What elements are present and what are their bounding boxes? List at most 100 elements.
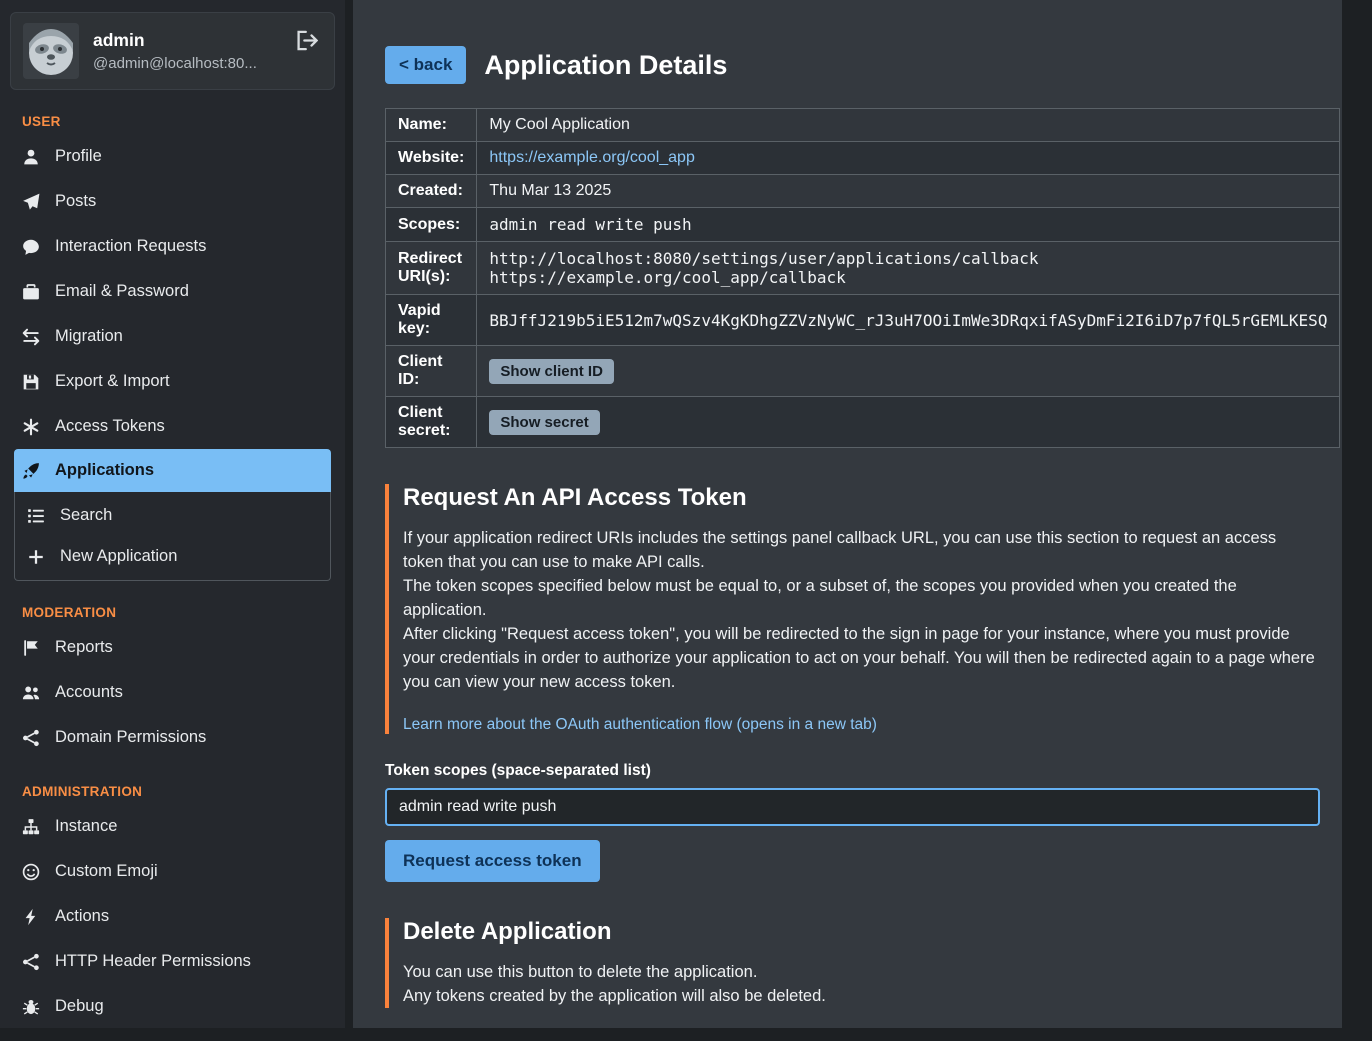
request-token-heading: Request An API Access Token [403,484,1320,512]
sidebar-item-domain-permissions[interactable]: Domain Permissions [0,715,345,760]
detail-value: Show secret [477,397,1340,448]
sidebar-item-label: Email & Password [55,281,189,302]
nav-section-heading-moderation: MODERATION [22,605,345,620]
sidebar-item-posts[interactable]: Posts [0,179,345,224]
list-icon [27,507,45,525]
sidebar-item-label: Profile [55,146,102,167]
sidebar-item-label: Search [60,505,112,526]
sidebar-item-applications[interactable]: Applications [14,449,331,492]
bolt-icon [22,908,40,926]
sidebar-nav: USERProfilePostsInteraction RequestsEmai… [0,114,345,1028]
delete-application-section: Delete Application You can use this butt… [385,918,1320,1008]
sidebar-item-new-application[interactable]: New Application [15,536,330,577]
page-header: < back Application Details [385,46,1320,84]
sidebar-item-email-password[interactable]: Email & Password [0,269,345,314]
flag-icon [22,639,40,657]
back-button[interactable]: < back [385,46,466,84]
request-token-description: If your application redirect URIs includ… [403,526,1320,694]
detail-value: BBJffJ219b5iE512m7wQSzv4KgKDhgZZVzNyWC_r… [477,295,1340,346]
detail-value: Thu Mar 13 2025 [477,175,1340,208]
sidebar-item-label: Migration [55,326,123,347]
detail-value: http://localhost:8080/settings/user/appl… [477,242,1340,295]
sidebar-item-instance[interactable]: Instance [0,804,345,849]
share-nodes-icon [22,729,40,747]
detail-label: Created: [386,175,477,208]
nav-section-heading-administration: ADMINISTRATION [22,784,345,799]
user-card: admin @admin@localhost:80... [10,12,335,90]
submit-row: Request access token [385,840,1320,882]
detail-row-vapid-key: Vapid key:BBJffJ219b5iE512m7wQSzv4KgKDhg… [386,295,1340,346]
show-client-id-button[interactable]: Show client ID [489,359,614,384]
avatar [23,23,79,79]
sidebar: admin @admin@localhost:80... USERProfile… [0,0,345,1028]
sidebar-item-label: Interaction Requests [55,236,206,257]
sidebar-item-access-tokens[interactable]: Access Tokens [0,404,345,449]
delete-application-heading: Delete Application [403,918,1320,946]
detail-label: Client secret: [386,397,477,448]
sidebar-item-interaction-requests[interactable]: Interaction Requests [0,224,345,269]
website-link[interactable]: https://example.org/cool_app [489,149,694,166]
detail-row-scopes: Scopes:admin read write push [386,208,1340,242]
token-scopes-input[interactable] [385,788,1320,826]
sidebar-item-label: Reports [55,637,113,658]
comment-icon [22,238,40,256]
sitemap-icon [22,818,40,836]
detail-value: My Cool Application [477,109,1340,142]
sidebar-item-custom-emoji[interactable]: Custom Emoji [0,849,345,894]
user-info: admin @admin@localhost:80... [93,30,257,72]
token-section-paragraph: If your application redirect URIs includ… [403,526,1320,574]
detail-row-created: Created:Thu Mar 13 2025 [386,175,1340,208]
delete-section-paragraph: You can use this button to delete the ap… [403,960,1320,984]
token-section-paragraph: The token scopes specified below must be… [403,574,1320,622]
sidebar-item-migration[interactable]: Migration [0,314,345,359]
sidebar-item-accounts[interactable]: Accounts [0,670,345,715]
user-handle: @admin@localhost:80... [93,55,257,72]
detail-label: Website: [386,142,477,175]
exchange-icon [22,328,40,346]
sidebar-item-http-header-permissions[interactable]: HTTP Header Permissions [0,939,345,984]
share-nodes-icon [22,953,40,971]
detail-label: Client ID: [386,346,477,397]
sidebar-item-label: Instance [55,816,117,837]
application-details-page: admin @admin@localhost:80... USERProfile… [0,0,1372,1041]
show-secret-button[interactable]: Show secret [489,410,599,435]
paper-plane-icon [22,193,40,211]
users-icon [22,684,40,702]
sidebar-item-label: Custom Emoji [55,861,158,882]
bug-icon [22,998,40,1016]
floppy-disk-icon [22,373,40,391]
logout-icon[interactable] [295,29,318,52]
request-access-token-button[interactable]: Request access token [385,840,600,882]
user-name: admin [93,30,257,51]
sidebar-item-reports[interactable]: Reports [0,625,345,670]
redirect-uri: http://localhost:8080/settings/user/appl… [489,249,1327,268]
detail-label: Vapid key: [386,295,477,346]
asterisk-icon [22,418,40,436]
sidebar-item-label: New Application [60,546,177,567]
oauth-docs-link[interactable]: Learn more about the OAuth authenticatio… [403,716,877,734]
applications-submenu: Search New Application [14,492,331,581]
detail-label: Scopes: [386,208,477,242]
detail-row-client-secret: Client secret: Show secret [386,397,1340,448]
token-scopes-label: Token scopes (space-separated list) [385,762,1320,780]
delete-section-paragraph: Any tokens created by the application wi… [403,984,1320,1008]
detail-value: admin read write push [477,208,1340,242]
sidebar-item-label: Access Tokens [55,416,165,437]
detail-value: Show client ID [477,346,1340,397]
plus-icon [27,548,45,566]
detail-label: Name: [386,109,477,142]
detail-row-redirect-uri-s: Redirect URI(s): http://localhost:8080/se… [386,242,1340,295]
sidebar-item-label: Accounts [55,682,123,703]
detail-label: Redirect URI(s): [386,242,477,295]
detail-row-name: Name:My Cool Application [386,109,1340,142]
sidebar-item-export-import[interactable]: Export & Import [0,359,345,404]
sidebar-item-label: Debug [55,996,104,1017]
sidebar-item-search[interactable]: Search [15,495,330,536]
briefcase-icon [22,283,40,301]
redirect-uri: https://example.org/cool_app/callback [489,268,1327,287]
sidebar-item-actions[interactable]: Actions [0,894,345,939]
applications-group: Applications Search New Application [14,449,331,581]
sidebar-item-debug[interactable]: Debug [0,984,345,1028]
sidebar-item-label: Export & Import [55,371,170,392]
sidebar-item-profile[interactable]: Profile [0,134,345,179]
